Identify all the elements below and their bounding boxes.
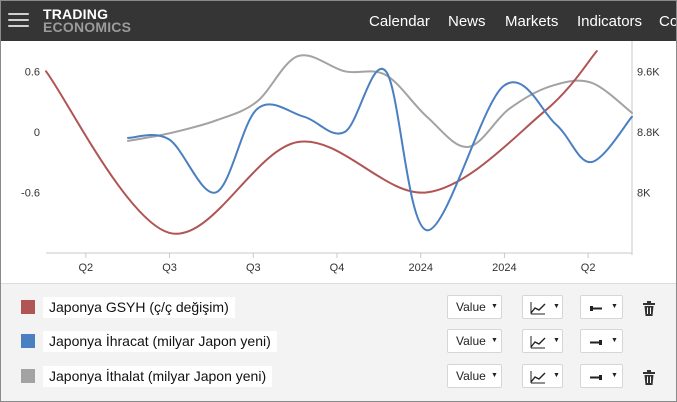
axis-side-icon (590, 375, 602, 380)
y-left-tick-label: -0.6 (21, 187, 40, 199)
nav-link-markets[interactable]: Markets (505, 13, 558, 30)
x-tick-label: Q3 (162, 262, 177, 274)
legend-row: Japonya İhracat (milyar Japon yeni) Value… (1, 326, 676, 360)
menu-icon[interactable] (8, 12, 29, 29)
caret-down-icon: ▼ (611, 303, 618, 310)
x-tick-label: Q4 (330, 262, 345, 274)
y-left-tick-label: 0 (34, 127, 40, 139)
nav-link-indicators[interactable]: Indicators (577, 13, 642, 30)
axis-side-icon (590, 306, 602, 311)
trash-icon[interactable] (642, 301, 656, 316)
series-color-swatch (21, 369, 35, 383)
y-right-tick-label: 9.6K (637, 66, 660, 78)
y-right-tick-label: 8K (637, 187, 651, 199)
legend-row: Japonya GSYH (ç/ç değişim) Value ▼ ▼ ▼ (1, 292, 676, 326)
axis-side-dropdown[interactable]: ▼ (580, 329, 623, 353)
series-legend: Japonya GSYH (ç/ç değişim) Value ▼ ▼ ▼ Japony… (1, 283, 676, 401)
x-tick-label: Q2 (581, 262, 596, 274)
chart-widget: TRADING ECONOMICS Calendar News Markets … (0, 0, 677, 402)
caret-down-icon: ▼ (611, 337, 618, 344)
nav-link-news[interactable]: News (448, 13, 486, 30)
chart-type-dropdown[interactable]: ▼ (522, 364, 563, 388)
chart-canvas: 0.6 0 -0.6 9.6K 8.8K 8K Q2 Q3 Q3 Q4 2024 2024 Q2 (21, 41, 660, 274)
value-dropdown-label: Value (456, 369, 486, 383)
y-left-tick-label: 0.6 (25, 66, 40, 78)
caret-down-icon: ▼ (553, 372, 560, 379)
nav-link-more[interactable]: Co (659, 13, 676, 30)
x-tick-label: 2024 (408, 262, 432, 274)
x-tick-label: 2024 (492, 262, 516, 274)
caret-down-icon: ▼ (553, 337, 560, 344)
x-tick-label: Q2 (79, 262, 94, 274)
caret-down-icon: ▼ (491, 303, 498, 310)
trash-icon[interactable] (642, 370, 656, 385)
axis-side-dropdown[interactable]: ▼ (580, 295, 623, 319)
x-tick-label: Q3 (246, 262, 261, 274)
axis-side-dropdown[interactable]: ▼ (580, 364, 623, 388)
site-logo[interactable]: TRADING ECONOMICS (43, 7, 132, 35)
series-color-swatch (21, 334, 35, 348)
value-dropdown[interactable]: Value ▼ (447, 329, 502, 353)
caret-down-icon: ▼ (491, 372, 498, 379)
value-dropdown-label: Value (456, 300, 486, 314)
logo-line-2: ECONOMICS (43, 19, 132, 35)
series-color-swatch (21, 300, 35, 314)
y-right-tick-label: 8.8K (637, 127, 660, 139)
caret-down-icon: ▼ (491, 337, 498, 344)
chart-type-dropdown[interactable]: ▼ (522, 295, 563, 319)
top-navbar: TRADING ECONOMICS Calendar News Markets … (1, 1, 676, 41)
value-dropdown[interactable]: Value ▼ (447, 295, 502, 319)
series-name: Japonya GSYH (ç/ç değişim) (43, 297, 235, 318)
value-dropdown[interactable]: Value ▼ (447, 364, 502, 388)
caret-down-icon: ▼ (611, 372, 618, 379)
line-chart-icon (530, 336, 546, 349)
series-name: Japonya İhracat (milyar Japon yeni) (43, 331, 277, 352)
caret-down-icon: ▼ (553, 303, 560, 310)
series-line (45, 50, 598, 235)
nav-link-calendar[interactable]: Calendar (369, 13, 430, 30)
line-chart-icon (530, 302, 546, 315)
legend-row: Japonya İthalat (milyar Japon yeni) Value… (1, 361, 676, 395)
chart-type-dropdown[interactable]: ▼ (522, 329, 563, 353)
series-name: Japonya İthalat (milyar Japon yeni) (43, 366, 273, 387)
value-dropdown-label: Value (456, 334, 486, 348)
line-chart: 0.6 0 -0.6 9.6K 8.8K 8K Q2 Q3 Q3 Q4 2024 2024 Q2 (1, 41, 676, 283)
series-line (127, 67, 633, 232)
axis-side-icon (590, 340, 602, 345)
line-chart-icon (530, 371, 546, 384)
